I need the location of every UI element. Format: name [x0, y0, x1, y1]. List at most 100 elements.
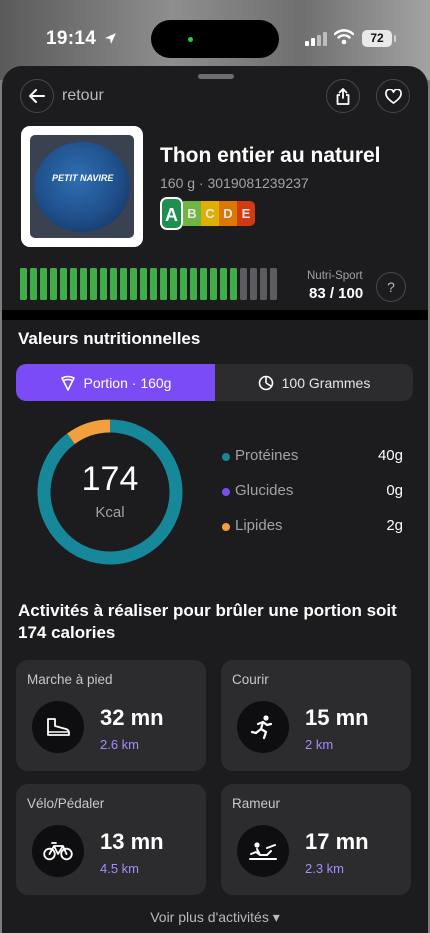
product-photo: PETIT NAVIRE — [30, 135, 134, 238]
gauge-segment-empty — [270, 268, 277, 300]
macro-value: 0g — [386, 482, 403, 499]
tab-100-grams-label: 100 Grammes — [281, 374, 371, 391]
activity-card-rowing[interactable]: Rameur 17 mn 2.3 km — [221, 784, 411, 895]
macro-label: Protéines — [235, 447, 299, 464]
pie-chart-icon — [258, 375, 273, 390]
gauge-segment-filled — [70, 268, 77, 300]
activity-label: Rameur — [232, 796, 281, 811]
tab-portion-label: Portion · 160g — [83, 374, 172, 391]
arrow-left-icon — [29, 89, 45, 103]
gauge-segment-filled — [180, 268, 187, 300]
nutriscore-badge: ABCDE — [160, 197, 255, 230]
carbs-dot — [222, 488, 230, 496]
brand-logo-text: PETIT NAVIRE — [52, 173, 114, 183]
rower-icon — [237, 825, 289, 877]
back-label[interactable]: retour — [62, 87, 104, 105]
share-icon — [336, 87, 350, 105]
activity-card-running[interactable]: Courir 15 mn 2 km — [221, 660, 411, 771]
product-sheet: retour PETIT NAVIRE Thon entier au natur… — [2, 66, 428, 933]
activity-label: Courir — [232, 672, 269, 687]
activity-duration: 15 mn — [305, 705, 369, 730]
nutriscore-letter-e: E — [237, 201, 255, 226]
macro-row-proteins: Protéines 40g — [222, 445, 408, 469]
tab-portion[interactable]: Portion · 160g — [16, 364, 215, 401]
battery-indicator: 72 — [362, 30, 392, 47]
macro-value: 2g — [386, 517, 403, 534]
status-time: 19:14 — [46, 28, 117, 50]
sheet-grabber[interactable] — [198, 74, 234, 79]
nutri-sport-gauge — [20, 268, 277, 300]
time-text: 19:14 — [46, 28, 97, 49]
product-image[interactable]: PETIT NAVIRE — [21, 126, 143, 247]
gauge-segment-filled — [30, 268, 37, 300]
activity-duration: 17 mn — [305, 829, 369, 854]
gauge-segment-filled — [50, 268, 57, 300]
macro-value: 40g — [377, 447, 403, 464]
tab-100-grams[interactable]: 100 Grammes — [215, 364, 413, 401]
gauge-segment-filled — [140, 268, 147, 300]
activity-distance: 2.3 km — [305, 861, 345, 876]
gauge-segment-filled — [90, 268, 97, 300]
gauge-segment-filled — [230, 268, 237, 300]
shoe-icon — [32, 701, 84, 753]
see-more-activities-link[interactable]: Voir plus d'activités ▾ — [2, 909, 428, 926]
fats-dot — [222, 523, 230, 531]
tuna-can-graphic — [34, 142, 130, 232]
activities-title: Activités à réaliser pour brûler une por… — [18, 601, 397, 642]
gauge-segment-filled — [40, 268, 47, 300]
activity-card-walking[interactable]: Marche à pied 32 mn 2.6 km — [16, 660, 206, 771]
gauge-segment-filled — [100, 268, 107, 300]
gauge-segment-filled — [130, 268, 137, 300]
protein-dot — [222, 453, 230, 461]
macro-row-fats: Lipides 2g — [222, 515, 408, 539]
calorie-value: 174 — [81, 460, 139, 498]
share-button[interactable] — [326, 79, 360, 113]
portion-toggle: Portion · 160g 100 Grammes — [16, 364, 413, 401]
nutri-sport-score: 83 / 100 — [309, 285, 364, 302]
gauge-segment-empty — [260, 268, 267, 300]
question-mark-icon: ? — [387, 279, 395, 295]
nutriscore-letter-d: D — [219, 201, 237, 226]
activity-distance: 2.6 km — [100, 737, 140, 752]
activity-card-cycling[interactable]: Vélo/Pédaler 13 mn 4.5 km — [16, 784, 206, 895]
gauge-segment-filled — [200, 268, 207, 300]
gauge-segment-filled — [220, 268, 227, 300]
gauge-segment-filled — [190, 268, 197, 300]
favorite-button[interactable] — [376, 79, 410, 113]
nutri-sport-help-button[interactable]: ? — [376, 272, 406, 302]
dynamic-island — [151, 20, 279, 58]
pizza-slice-icon — [60, 375, 75, 391]
runner-icon — [237, 701, 289, 753]
heart-icon — [384, 88, 402, 104]
macro-label: Lipides — [235, 517, 283, 534]
nutriscore-letter-b: B — [183, 201, 201, 226]
nutrition-title: Valeurs nutritionnelles — [18, 329, 201, 348]
gauge-segment-filled — [20, 268, 27, 300]
gauge-segment-filled — [150, 268, 157, 300]
gauge-segment-empty — [250, 268, 257, 300]
back-button[interactable] — [20, 79, 54, 113]
activity-label: Vélo/Pédaler — [27, 796, 105, 811]
product-title: Thon entier au naturel — [160, 144, 381, 167]
cellular-signal-icon — [305, 32, 327, 46]
activity-distance: 4.5 km — [100, 861, 140, 876]
nutri-sport-label: Nutri-Sport — [307, 270, 363, 282]
battery-tip — [394, 35, 396, 42]
gauge-segment-empty — [240, 268, 247, 300]
section-divider — [2, 310, 428, 320]
gauge-segment-filled — [120, 268, 127, 300]
gauge-segment-filled — [60, 268, 67, 300]
activity-distance: 2 km — [305, 737, 334, 752]
gauge-segment-filled — [170, 268, 177, 300]
location-arrow-icon — [104, 33, 116, 44]
activity-duration: 32 mn — [100, 705, 164, 730]
activity-duration: 13 mn — [100, 829, 164, 854]
nutriscore-letter-a: A — [160, 197, 183, 230]
gauge-segment-filled — [160, 268, 167, 300]
nutriscore-letter-c: C — [201, 201, 219, 226]
camera-indicator — [188, 37, 193, 42]
gauge-segment-filled — [110, 268, 117, 300]
wifi-icon — [334, 29, 354, 45]
calorie-unit: Kcal — [95, 504, 125, 521]
activity-label: Marche à pied — [27, 672, 113, 687]
